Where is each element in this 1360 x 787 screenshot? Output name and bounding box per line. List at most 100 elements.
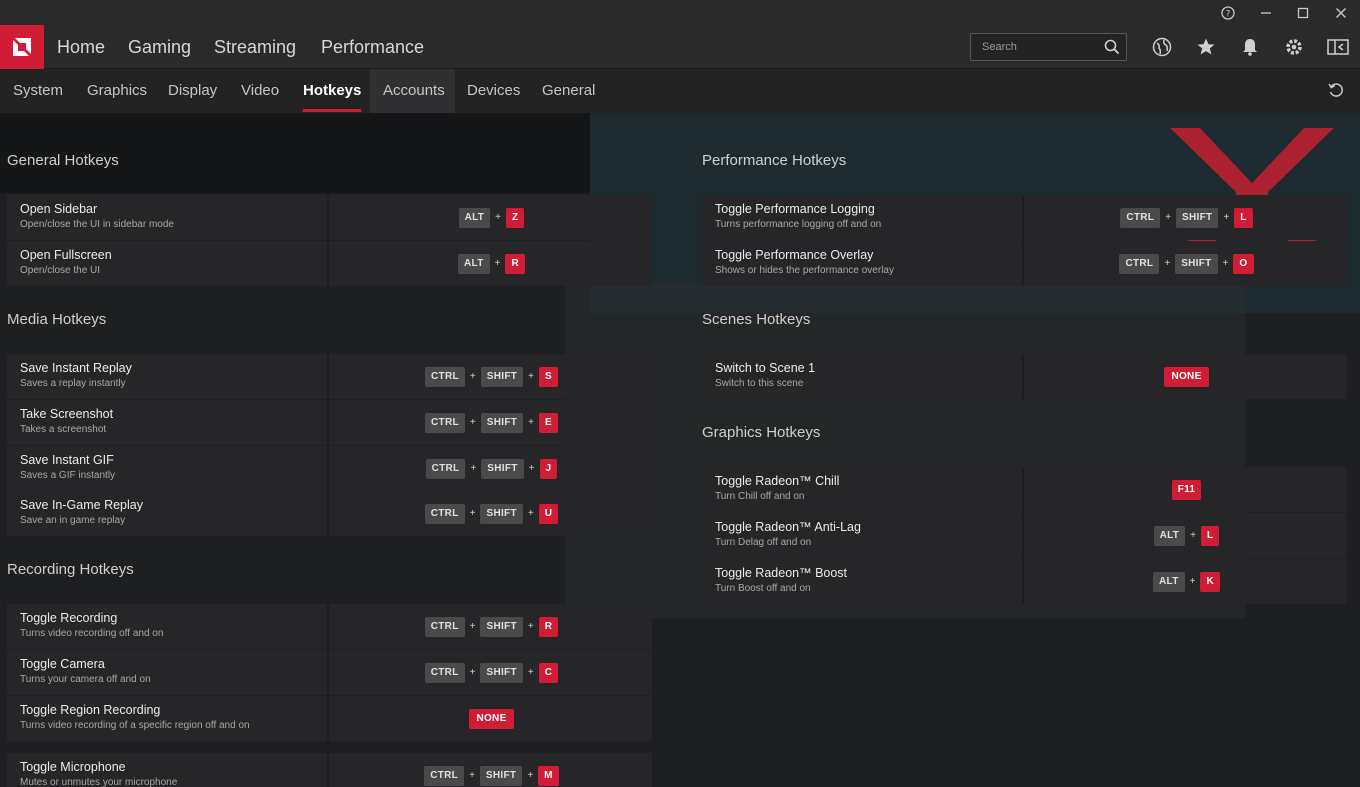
plus-separator: + [1223,212,1230,223]
hotkey-row: Toggle Radeon™ Anti-Lag Turn Delag off an… [702,513,1347,558]
hotkey-row: Open Fullscreen Open/close the UI ALT + R [7,241,652,286]
hotkey-binding-button[interactable]: CTRL + SHIFT + O [1026,241,1347,286]
plus-separator: + [527,770,534,781]
main-key: L [1234,207,1253,228]
help-icon[interactable]: ? [1209,0,1247,25]
hotkey-binding-button[interactable]: ALT + K [1026,559,1347,604]
hotkey-title: Toggle Performance Logging [715,202,875,216]
minimize-icon[interactable] [1247,0,1285,25]
hotkey-label-cell: Switch to Scene 1 Switch to this scene [702,354,1024,399]
hotkey-binding-button[interactable]: CTRL + SHIFT + R [331,604,652,649]
main-key: C [538,662,559,683]
plus-separator: + [1164,258,1171,269]
plus-separator: + [527,621,534,632]
reset-icon[interactable] [1327,81,1347,101]
hotkey-binding-button[interactable]: CTRL + SHIFT + E [331,400,652,445]
hotkey-binding-button[interactable]: ALT + R [331,241,652,286]
nav-home[interactable]: Home [57,25,105,69]
hotkey-label-cell: Save Instant Replay Saves a replay instan… [7,354,329,399]
modifier-key: CTRL [425,412,465,433]
hotkey-binding-button[interactable]: CTRL + SHIFT + S [331,354,652,399]
nav-streaming[interactable]: Streaming [214,25,296,69]
tab-graphics[interactable]: Graphics [87,69,147,113]
search-icon[interactable] [1104,39,1120,60]
modifier-key: ALT [458,207,491,228]
amd-logo-icon[interactable] [0,25,44,69]
modifier-key: CTRL [425,366,465,387]
tab-display[interactable]: Display [168,69,217,113]
sidebar-toggle-icon[interactable] [1326,35,1350,59]
svg-text:?: ? [1226,9,1231,19]
main-key: R [538,616,559,637]
hotkey-binding-button[interactable]: NONE [331,696,652,741]
hotkey-binding-button[interactable]: CTRL + SHIFT + U [331,491,652,536]
star-icon[interactable] [1194,35,1218,59]
hotkey-label-cell: Take Screenshot Takes a screenshot [7,400,329,445]
maximize-icon[interactable] [1284,0,1322,25]
hotkey-row: Toggle Microphone Mutes or unmutes your m… [7,753,652,787]
hotkey-row: Toggle Radeon™ Boost Turn Boost off and o… [702,559,1347,604]
section-title-performance: Performance Hotkeys [702,152,847,169]
tab-general[interactable]: General [542,69,595,113]
hotkey-label-cell: Toggle Radeon™ Chill Turn Chill off and o… [702,467,1024,512]
hotkey-row: Toggle Camera Turns your camera off and o… [7,650,652,695]
section-title-general: General Hotkeys [7,152,119,169]
bell-icon[interactable] [1238,35,1262,59]
plus-separator: + [1165,212,1172,223]
tab-hotkeys[interactable]: Hotkeys [303,69,362,113]
hotkey-binding-button[interactable]: CTRL + SHIFT + M [331,753,652,787]
hotkey-description: Turns your camera off and on [20,674,151,685]
search-box [970,33,1127,61]
hotkey-binding-button[interactable]: NONE [1026,354,1347,399]
tab-system[interactable]: System [13,69,63,113]
modifier-key: SHIFT [480,616,523,637]
hotkeys-content: General Hotkeys Open Sidebar Open/close t… [0,113,1360,787]
hotkey-label-cell: Toggle Performance Logging Turns performa… [702,195,1024,240]
hotkey-label-cell: Save Instant GIF Saves a GIF instantly [7,446,329,491]
search-input[interactable] [971,34,1101,60]
hotkey-binding-button[interactable]: F11 [1026,467,1347,512]
hotkey-binding-button[interactable]: CTRL + SHIFT + C [331,650,652,695]
plus-separator: + [527,667,534,678]
hotkey-row: Toggle Performance Logging Turns performa… [702,195,1347,240]
hotkey-binding-button[interactable]: ALT + Z [331,195,652,240]
hotkey-binding-button[interactable]: ALT + L [1026,513,1347,558]
hotkey-label-cell: Save In-Game Replay Save an in game repla… [7,491,329,536]
hotkey-title: Save Instant Replay [20,361,132,375]
plus-separator: + [1190,530,1197,541]
nav-gaming[interactable]: Gaming [128,25,191,69]
hotkey-description: Saves a GIF instantly [20,470,116,481]
hotkey-title: Toggle Radeon™ Boost [715,566,848,580]
hotkey-title: Toggle Recording [20,611,118,625]
hotkey-row: Toggle Region Recording Turns video recor… [7,696,652,741]
hotkey-binding-button[interactable]: CTRL + SHIFT + L [1026,195,1347,240]
hotkey-label-cell: Toggle Radeon™ Anti-Lag Turn Delag off an… [702,513,1024,558]
nav-performance[interactable]: Performance [321,25,424,69]
section-title-scenes: Scenes Hotkeys [702,311,811,328]
modifier-key: CTRL [424,765,465,786]
tab-accounts[interactable]: Accounts [383,69,445,113]
hotkey-description: Turn Chill off and on [715,491,805,502]
hotkey-description: Open/close the UI in sidebar mode [20,219,174,230]
hotkey-row: Switch to Scene 1 Switch to this scene NON… [702,354,1347,399]
tab-video[interactable]: Video [241,69,279,113]
main-key: Z [506,207,525,228]
modifier-key: SHIFT [480,503,523,524]
hotkey-binding-button[interactable]: CTRL + SHIFT + J [331,446,652,491]
main-key: S [538,366,558,387]
section-title-media: Media Hotkeys [7,311,107,328]
globe-icon[interactable] [1150,35,1174,59]
plus-separator: + [469,417,476,428]
hotkey-description: Turns video recording of a specific regi… [20,720,250,731]
hotkey-row: Toggle Radeon™ Chill Turn Chill off and o… [702,467,1347,512]
tab-devices[interactable]: Devices [467,69,520,113]
gear-icon[interactable] [1282,35,1306,59]
main-key: F11 [1171,479,1202,500]
close-icon[interactable] [1322,0,1360,25]
main-key: R [505,253,525,274]
modifier-key: ALT [458,253,490,274]
hotkey-label-cell: Toggle Region Recording Turns video recor… [7,696,329,741]
hotkey-title: Toggle Radeon™ Anti-Lag [715,520,861,534]
plus-separator: + [1222,258,1229,269]
hotkey-title: Toggle Region Recording [20,703,161,717]
